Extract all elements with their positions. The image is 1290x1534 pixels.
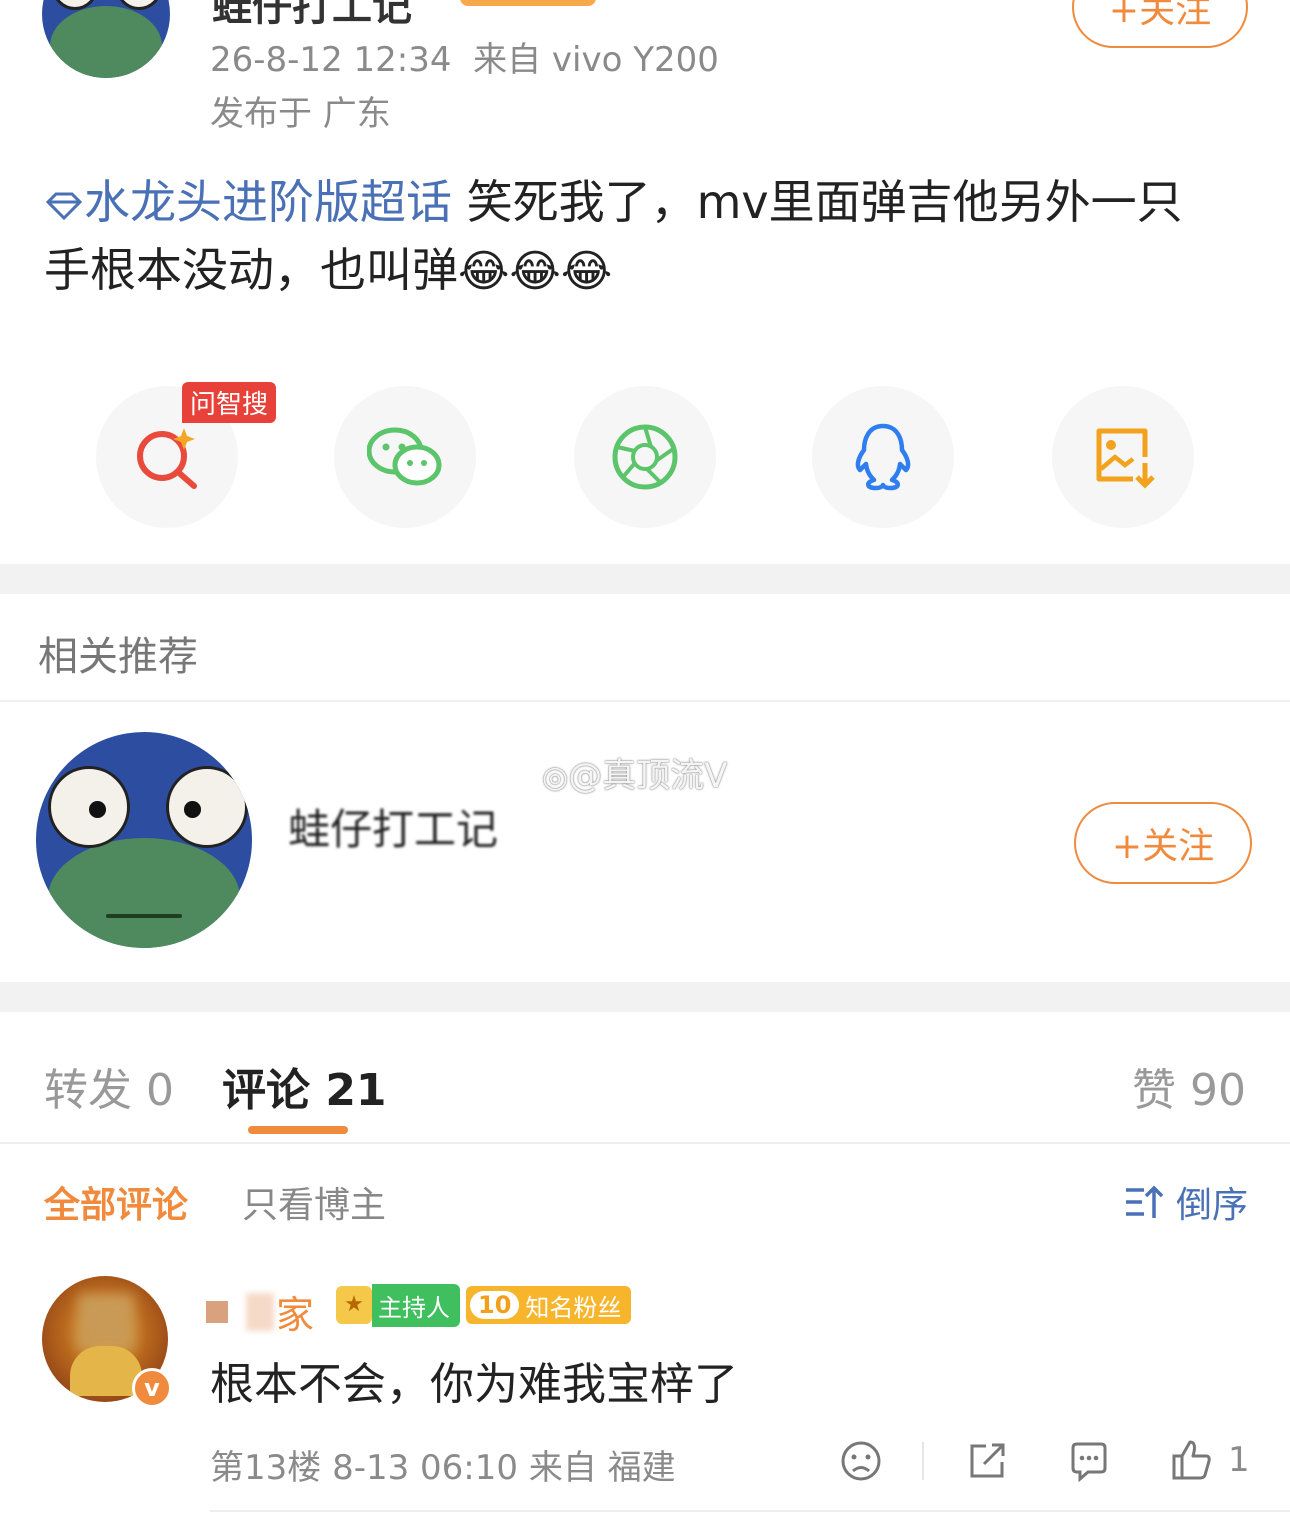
save-image-button[interactable]	[1052, 386, 1194, 528]
related-user-name[interactable]: 蛙仔打工记	[288, 796, 498, 857]
commenter-name[interactable]: 家	[206, 1284, 314, 1339]
post-source: 来自 vivo Y200	[473, 40, 719, 80]
wechat-share-button[interactable]	[334, 386, 476, 528]
related-follow-button[interactable]: +关注	[1074, 802, 1252, 884]
action-separator	[922, 1442, 924, 1480]
share-icon	[970, 1443, 1005, 1478]
laugh-cry-emoji: 😂😂😂	[458, 246, 613, 297]
tab-comments[interactable]: 评论 21	[222, 1054, 387, 1118]
moments-share-button[interactable]	[574, 386, 716, 528]
comment-icon	[1071, 1442, 1107, 1482]
tabs-divider-line	[0, 1142, 1290, 1144]
thumbs-up-icon	[1172, 1440, 1211, 1480]
tab-likes[interactable]: 赞 90	[1132, 1054, 1246, 1118]
wechat-icon	[367, 427, 442, 486]
sort-button[interactable]: 倒序	[1124, 1176, 1248, 1228]
related-user-avatar[interactable]	[36, 732, 252, 948]
sort-label: 倒序	[1176, 1185, 1249, 1226]
related-divider-line	[0, 700, 1290, 702]
sort-icon	[1126, 1185, 1164, 1218]
host-badge: ★ 主持人	[336, 1283, 460, 1327]
reply-button[interactable]	[1066, 1438, 1112, 1484]
section-divider	[0, 564, 1290, 594]
supertopic-diamond-icon	[45, 192, 83, 220]
author-badge	[460, 0, 596, 6]
ai-search-badge: 问智搜	[182, 382, 277, 423]
name-blur-mask-2	[246, 1292, 274, 1331]
author-avatar[interactable]	[42, 0, 170, 78]
save-image-icon	[1096, 428, 1155, 489]
weibo-watermark: ◎@真顶流V	[542, 756, 728, 796]
moments-icon	[612, 424, 678, 490]
comment-text: 根本不会，你为难我宝梓了	[210, 1359, 738, 1410]
frown-icon	[841, 1441, 881, 1481]
comment-meta: 第13楼 8-13 06:10 来自 福建	[210, 1448, 676, 1488]
follow-button[interactable]: +关注	[1072, 0, 1248, 48]
dislike-button[interactable]	[838, 1438, 884, 1484]
weibo-logo-icon: ◎	[542, 760, 569, 795]
share-comment-button[interactable]	[964, 1438, 1010, 1484]
fan-badge: 10 知名粉丝	[466, 1286, 632, 1324]
qq-share-button[interactable]	[812, 386, 954, 528]
verified-badge: v	[132, 1368, 172, 1408]
tab-reposts[interactable]: 转发 0	[44, 1054, 174, 1118]
crown-icon: ★	[336, 1286, 372, 1324]
comment-bottom-line	[210, 1510, 1290, 1512]
name-blur-mask	[206, 1300, 228, 1323]
post-text-line1: 笑死我了，mv里面弹吉他另外一只	[466, 175, 1183, 229]
section-divider-2	[0, 982, 1290, 1012]
follow-label: +关注	[1108, 0, 1212, 31]
post-timestamp: 26-8-12 12:34 来自 vivo Y200	[210, 40, 719, 80]
active-tab-indicator	[248, 1126, 348, 1134]
post-content: 水龙头进阶版超话 笑死我了，mv里面弹吉他另外一只 手根本没动，也叫弹😂😂😂	[44, 168, 1254, 306]
author-name[interactable]: 蛙仔打工记	[212, 0, 412, 32]
post-text-line2: 手根本没动，也叫弹	[44, 243, 458, 297]
like-count: 1	[1228, 1440, 1250, 1480]
filter-author-only[interactable]: 只看博主	[242, 1176, 386, 1228]
topic-link[interactable]: 水龙头进阶版超话	[44, 175, 467, 229]
like-button[interactable]	[1168, 1436, 1214, 1484]
qq-icon	[855, 423, 911, 491]
filter-all-comments[interactable]: 全部评论	[44, 1176, 188, 1228]
fan-level-icon: 10	[470, 1291, 520, 1319]
search-ai-icon	[137, 428, 197, 489]
related-follow-label: +关注	[1111, 826, 1215, 867]
related-section-title: 相关推荐	[38, 634, 198, 680]
post-location: 发布于 广东	[210, 94, 391, 134]
